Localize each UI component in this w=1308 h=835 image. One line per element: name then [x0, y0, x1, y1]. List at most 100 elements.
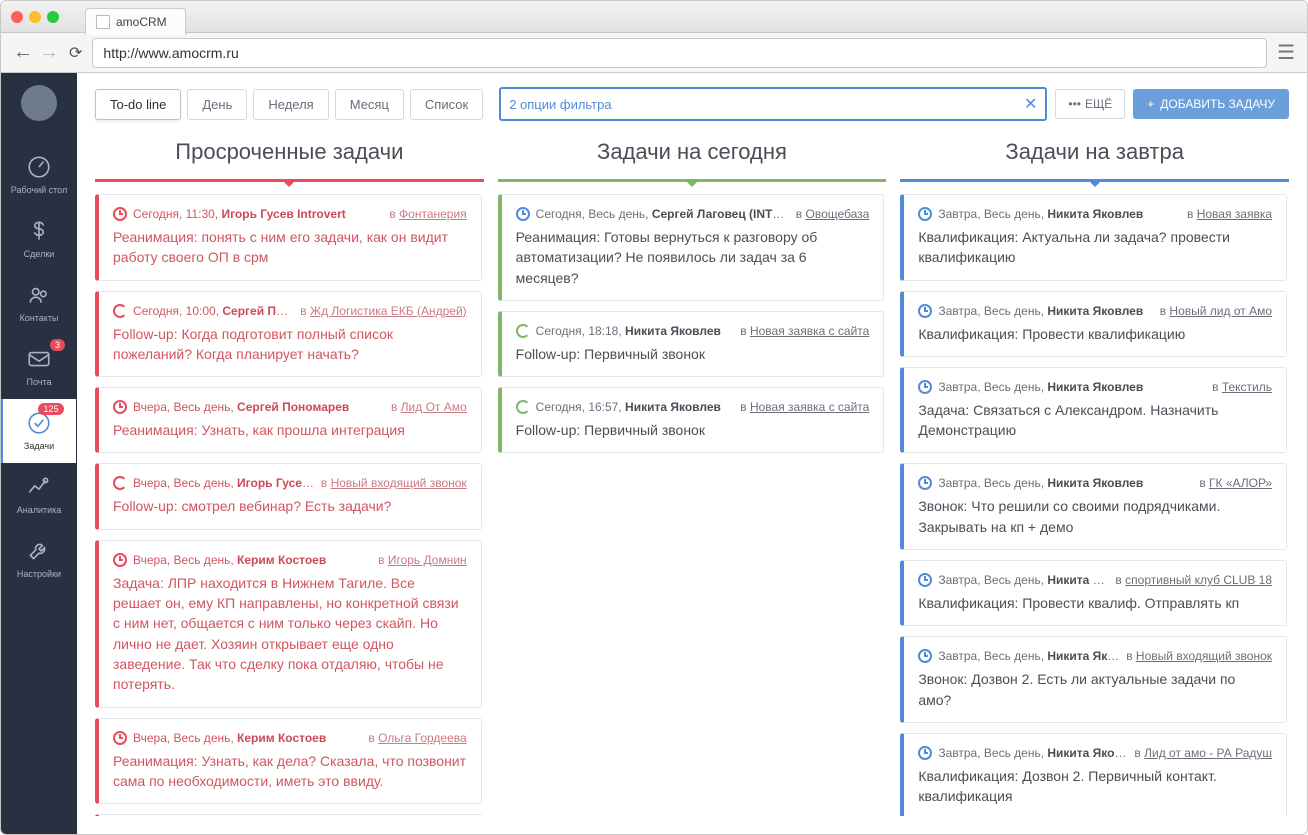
sidebar-item-mail[interactable]: Почта 3	[1, 335, 77, 399]
view-day[interactable]: День	[187, 89, 247, 120]
task-card[interactable]: Завтра, Весь день, Никита Яковлев в Текст…	[900, 367, 1287, 454]
sidebar-item-deals[interactable]: Сделки	[1, 207, 77, 271]
task-card[interactable]: Сегодня, 11:30, Игорь Гусев Introvertв Ф…	[95, 194, 482, 281]
clock-icon	[113, 553, 127, 567]
url-bar[interactable]: http://www.amocrm.ru	[92, 38, 1267, 68]
task-card[interactable]: Вчера, Весь день, Керим Костоев в Игорь Д…	[95, 540, 482, 708]
filter-input[interactable]: 2 опции фильтра ✕	[499, 87, 1047, 121]
browser-menu-icon[interactable]: ☰	[1277, 40, 1295, 65]
sidebar-item-tasks[interactable]: Задачи 125	[0, 399, 76, 463]
task-location[interactable]: в Новый лид от Амо	[1160, 304, 1272, 318]
column-body-tomorrow[interactable]: Завтра, Весь день, Никита Яковлев в Новая…	[900, 194, 1289, 816]
column-title: Задачи на сегодня	[498, 131, 887, 179]
spinner-icon	[113, 476, 127, 490]
task-meta: Завтра, Весь день, Никита Яковлев	[938, 207, 1181, 221]
sidebar-item-label: Задачи	[3, 441, 76, 451]
task-description: Follow-up: Первичный звонок	[516, 420, 870, 440]
task-meta: Завтра, Весь день, Никита Яковлев	[938, 649, 1120, 663]
task-meta: Вчера, Весь день, Керим Костоев	[133, 553, 372, 567]
forward-button[interactable]: →	[39, 41, 59, 64]
column-body-today[interactable]: Сегодня, Весь день, Сергей Лаговец (INTR…	[498, 194, 887, 816]
clock-icon	[918, 476, 932, 490]
reload-button[interactable]: ⟳	[69, 43, 82, 63]
back-button[interactable]: ←	[13, 41, 33, 64]
task-card[interactable]: Вчера, Весь день, Керим Костоев в Ольга Г…	[95, 718, 482, 805]
clock-icon	[918, 649, 932, 663]
browser-tab[interactable]: amoCRM	[85, 8, 186, 35]
task-description: Follow-up: Когда подготовит полный списо…	[113, 324, 467, 365]
close-window-dot[interactable]	[11, 11, 23, 23]
sidebar-item-settings[interactable]: Настройки	[1, 527, 77, 591]
clock-icon	[113, 731, 127, 745]
task-card[interactable]: Сегодня, 10:00, Сергей Пономаревв Жд Лог…	[95, 291, 482, 378]
column-body-overdue[interactable]: Сегодня, 11:30, Игорь Гусев Introvertв Ф…	[95, 194, 484, 816]
task-location[interactable]: в ГК «АЛОР»	[1199, 476, 1272, 490]
dollar-icon	[25, 217, 53, 245]
more-button[interactable]: •••ЕЩЁ	[1055, 89, 1125, 119]
task-card[interactable]: Завтра, Весь день, Никита Яковлевв спорт…	[900, 560, 1287, 626]
task-card[interactable]: Сегодня, 16:57, Никита Яковлевв Новая за…	[498, 387, 885, 453]
spinner-icon	[113, 304, 127, 318]
task-location[interactable]: в Новый входящий звонок	[321, 476, 467, 490]
view-month[interactable]: Месяц	[335, 89, 404, 120]
add-task-button[interactable]: +ДОБАВИТЬ ЗАДАЧУ	[1133, 89, 1289, 119]
task-meta: Вчера, Весь день, Сергей Пономарев	[133, 400, 385, 414]
view-list[interactable]: Список	[410, 89, 483, 120]
task-location[interactable]: в Новая заявка с сайта	[740, 324, 869, 338]
task-card[interactable]: Вчера, Весь день, Игорь Гусев Introve в Н…	[95, 463, 482, 529]
toolbar: To-do line День Неделя Месяц Список 2 оп…	[77, 73, 1307, 131]
maximize-window-dot[interactable]	[47, 11, 59, 23]
spinner-icon	[516, 324, 530, 338]
task-location[interactable]: в Новый входящий звонок	[1126, 649, 1272, 663]
clock-icon	[918, 746, 932, 760]
task-card[interactable]: Сегодня, Весь день, Сергей Лаговец (INTR…	[498, 194, 885, 301]
task-location[interactable]: в Овощебаза	[796, 207, 870, 221]
task-location[interactable]: в Лид от амо - РА Радуш	[1134, 746, 1272, 760]
task-card[interactable]: Завтра, Весь день, Никита Яковлев в Новая…	[900, 194, 1287, 281]
task-meta: Вчера, Весь день, Игорь Гусев Introve	[133, 476, 315, 490]
task-location[interactable]: в Новая заявка	[1187, 207, 1272, 221]
ellipsis-icon: •••	[1068, 97, 1081, 111]
column-separator	[900, 179, 1289, 182]
browser-window: amoCRM ← → ⟳ http://www.amocrm.ru ☰ Рабо…	[0, 0, 1308, 835]
task-location[interactable]: в Лид От Амо	[391, 400, 467, 414]
column-title: Просроченные задачи	[95, 131, 484, 179]
task-location[interactable]: в Ольга Гордеева	[368, 731, 466, 745]
filter-clear-icon[interactable]: ✕	[1024, 94, 1037, 114]
task-meta: Сегодня, Весь день, Сергей Лаговец (INTR…	[536, 207, 790, 221]
task-location[interactable]: в Новая заявка с сайта	[740, 400, 869, 414]
clock-icon	[918, 573, 932, 587]
clock-icon	[918, 207, 932, 221]
task-card[interactable]: Завтра, Весь день, Никита Яковлев в Новый…	[900, 636, 1287, 723]
task-card[interactable]: Завтра, Весь день, Никита Яковлевв Лид о…	[900, 733, 1287, 816]
task-card[interactable]: Завтра, Весь день, Никита Яковлевв Новый…	[900, 291, 1287, 357]
task-location[interactable]: в Жд Логистика ЕКБ (Андрей)	[300, 304, 466, 318]
task-meta: Завтра, Весь день, Никита Яковлев	[938, 380, 1206, 394]
clock-icon	[918, 304, 932, 318]
task-description: Реанимация: Готовы вернуться к разговору…	[516, 227, 870, 288]
sidebar-item-contacts[interactable]: Контакты	[1, 271, 77, 335]
task-location[interactable]: в спортивный клуб CLUB 18	[1115, 573, 1272, 587]
task-location[interactable]: в Текстиль	[1212, 380, 1272, 394]
avatar[interactable]	[21, 85, 57, 121]
task-description: Follow-up: Первичный звонок	[516, 344, 870, 364]
task-description: Звонок: Дозвон 2. Есть ли актуальные зад…	[918, 669, 1272, 710]
task-location[interactable]: в Игорь Домнин	[378, 553, 467, 567]
minimize-window-dot[interactable]	[29, 11, 41, 23]
sidebar-item-label: Аналитика	[1, 505, 77, 515]
task-location[interactable]: в Фонтанерия	[389, 207, 466, 221]
view-week[interactable]: Неделя	[253, 89, 328, 120]
wrench-icon	[25, 537, 53, 565]
view-todo-line[interactable]: To-do line	[95, 89, 181, 120]
sidebar-item-analytics[interactable]: Аналитика	[1, 463, 77, 527]
clock-icon	[516, 207, 530, 221]
task-meta: Вчера, Весь день, Керим Костоев	[133, 731, 362, 745]
task-card[interactable]: Завтра, Весь день, Никита Яковлевв ГК «А…	[900, 463, 1287, 550]
sidebar-item-dashboard[interactable]: Рабочий стол	[1, 143, 77, 207]
task-card[interactable]: Сегодня, 18:18, Никита Яковлевв Новая за…	[498, 311, 885, 377]
task-card[interactable]: Вчера, Весь день, Сергей Лаговец (INTROV…	[95, 814, 482, 816]
task-description: Квалификация: Дозвон 2. Первичный контак…	[918, 766, 1272, 807]
mail-badge: 3	[50, 339, 65, 351]
task-description: Задача: ЛПР находится в Нижнем Тагиле. В…	[113, 573, 467, 695]
task-card[interactable]: Вчера, Весь день, Сергей Пономарев в Лид …	[95, 387, 482, 453]
